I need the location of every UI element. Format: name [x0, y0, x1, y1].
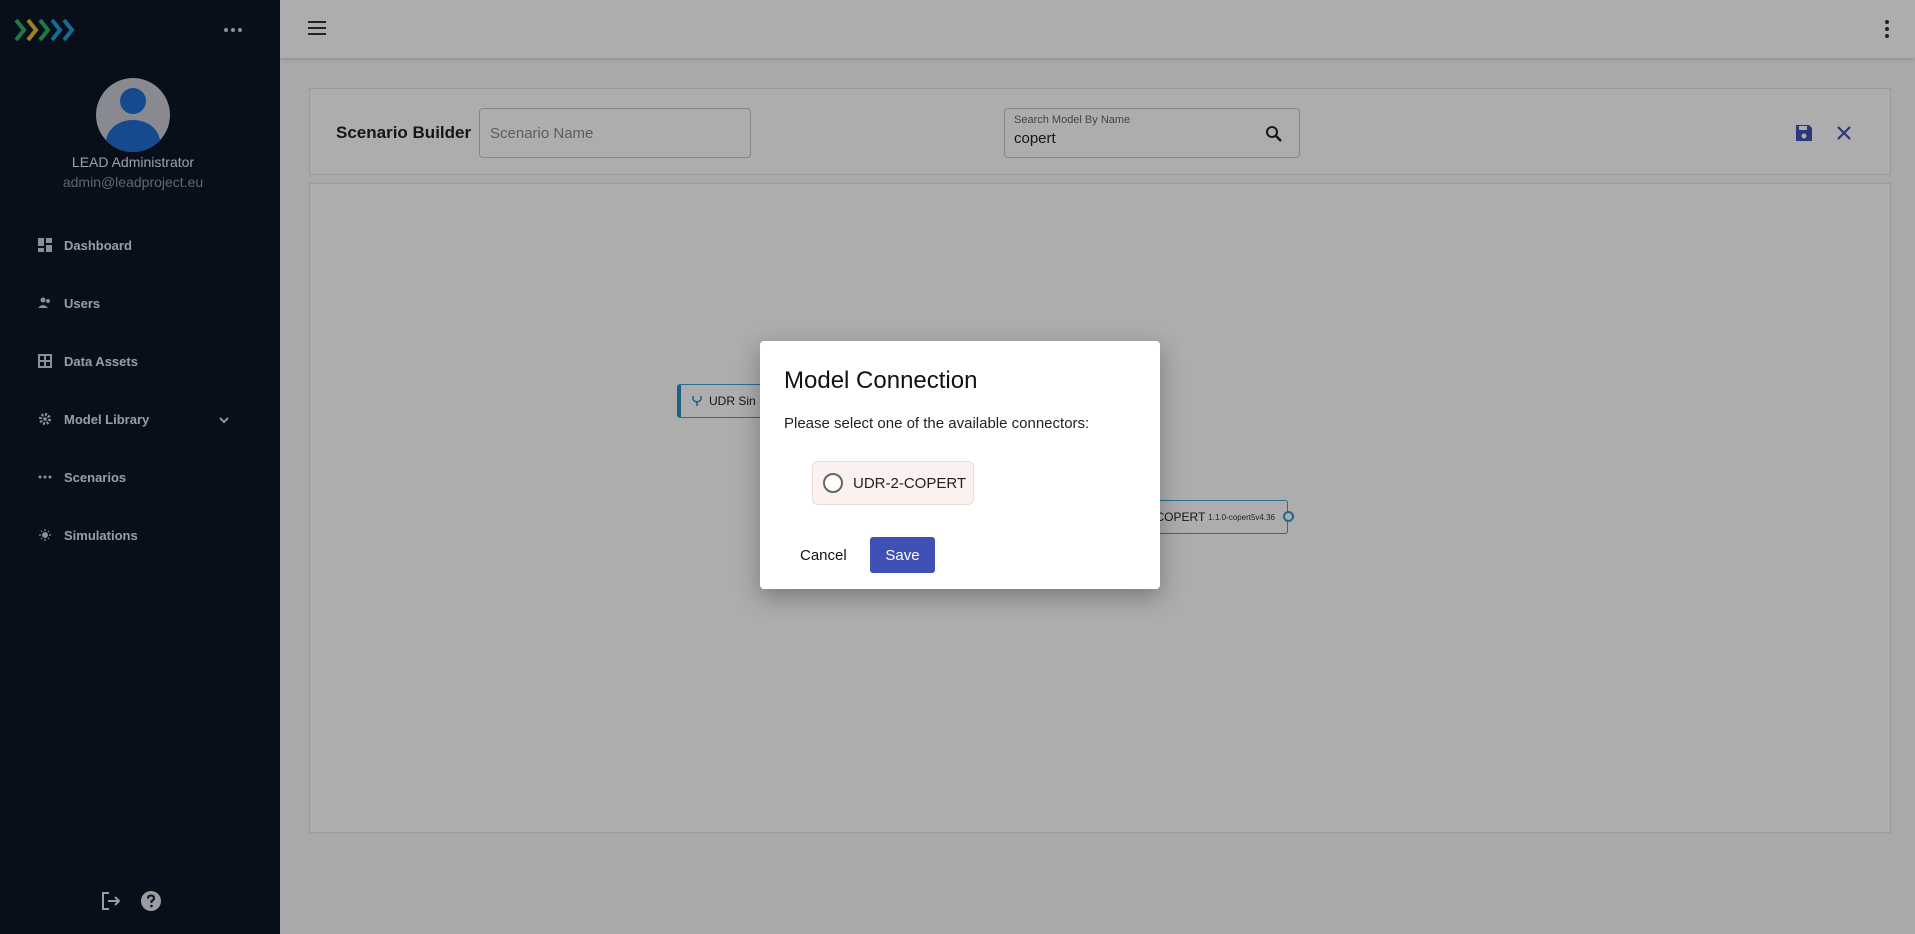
dialog-title: Model Connection: [784, 367, 978, 394]
radio-icon[interactable]: [823, 473, 843, 493]
connector-option[interactable]: UDR-2-COPERT: [812, 461, 974, 505]
connector-option-label: UDR-2-COPERT: [853, 474, 967, 492]
cancel-button[interactable]: Cancel: [788, 538, 859, 572]
dialog-text: Please select one of the available conne…: [784, 415, 1090, 432]
model-connection-dialog: Model Connection Please select one of th…: [760, 341, 1160, 589]
save-button[interactable]: Save: [870, 537, 935, 573]
